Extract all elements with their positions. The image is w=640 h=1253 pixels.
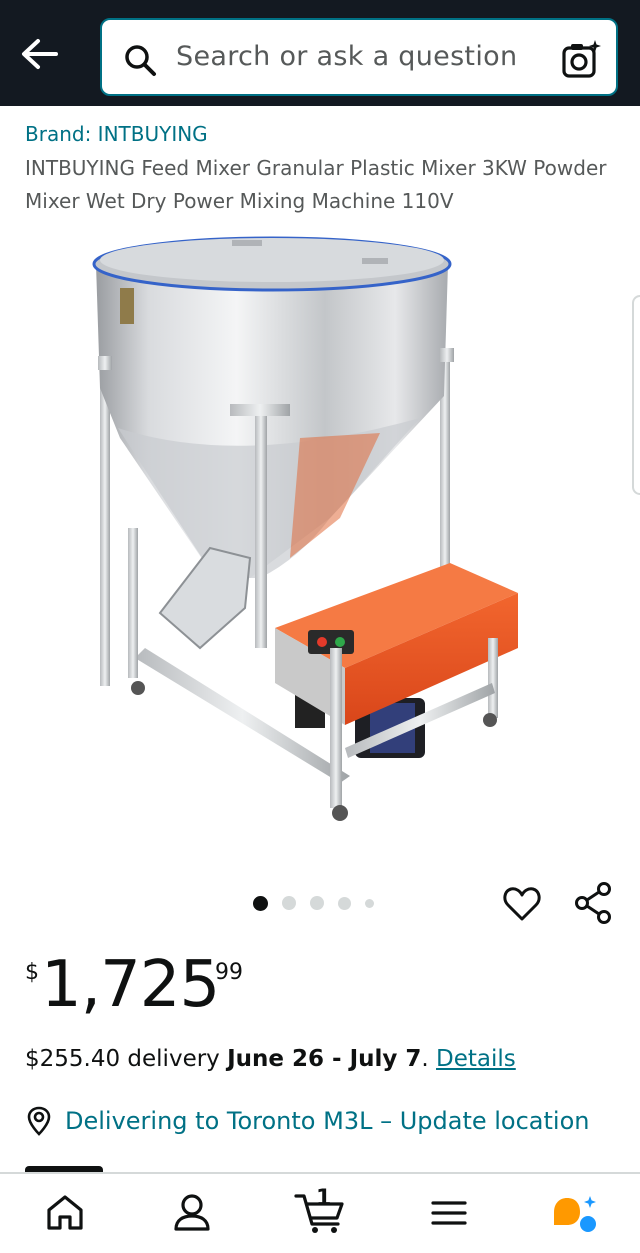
- delivery-location[interactable]: Delivering to Toronto M3L – Update locat…: [25, 1104, 589, 1138]
- share-icon[interactable]: [574, 882, 614, 924]
- bottom-nav-bar: 1: [0, 1172, 640, 1253]
- product-image[interactable]: [0, 228, 640, 858]
- nav-rufus-assistant[interactable]: [550, 1190, 600, 1236]
- delivery-cost: $255.40 delivery: [25, 1046, 228, 1072]
- delivery-details-link[interactable]: Details: [436, 1046, 516, 1072]
- image-carousel-dots: [253, 895, 388, 911]
- brand-link[interactable]: Brand: INTBUYING: [25, 122, 208, 146]
- location-text[interactable]: Delivering to Toronto M3L – Update locat…: [65, 1107, 589, 1135]
- price-fraction: 99: [215, 960, 243, 985]
- home-icon: [47, 1195, 83, 1230]
- nav-menu[interactable]: [424, 1190, 474, 1236]
- delivery-period: .: [421, 1046, 437, 1072]
- delivery-dates: June 26 - July 7: [227, 1046, 422, 1072]
- carousel-dot[interactable]: [282, 896, 296, 910]
- price-whole: 1,725: [41, 948, 220, 1022]
- nav-cart[interactable]: 1: [294, 1186, 350, 1236]
- nav-account[interactable]: [167, 1190, 217, 1236]
- top-header: Search or ask a question: [0, 0, 640, 106]
- carousel-dot[interactable]: [365, 898, 374, 908]
- delivery-info: $255.40 delivery June 26 - July 7. Detai…: [25, 1046, 516, 1072]
- product-title: INTBUYING Feed Mixer Granular Plastic Mi…: [25, 156, 607, 213]
- search-icon: [125, 45, 156, 76]
- carousel-dot[interactable]: [310, 896, 324, 910]
- search-bar[interactable]: Search or ask a question: [100, 18, 618, 96]
- side-drawer-handle[interactable]: [632, 295, 640, 495]
- cart-count-badge: 1: [316, 1186, 332, 1211]
- back-arrow-icon: [22, 39, 58, 69]
- rufus-assistant-icon: [554, 1196, 596, 1232]
- price-currency-symbol: $: [25, 960, 39, 985]
- back-button[interactable]: [18, 34, 62, 74]
- menu-icon: [431, 1201, 467, 1225]
- account-icon: [174, 1194, 210, 1231]
- nav-home[interactable]: [40, 1190, 90, 1236]
- camera-lens-icon[interactable]: [560, 38, 602, 80]
- carousel-dot[interactable]: [338, 896, 351, 910]
- heart-icon[interactable]: [502, 884, 542, 924]
- search-input[interactable]: Search or ask a question: [176, 41, 517, 72]
- carousel-dot-active[interactable]: [253, 895, 268, 911]
- location-pin-icon: [27, 1106, 51, 1136]
